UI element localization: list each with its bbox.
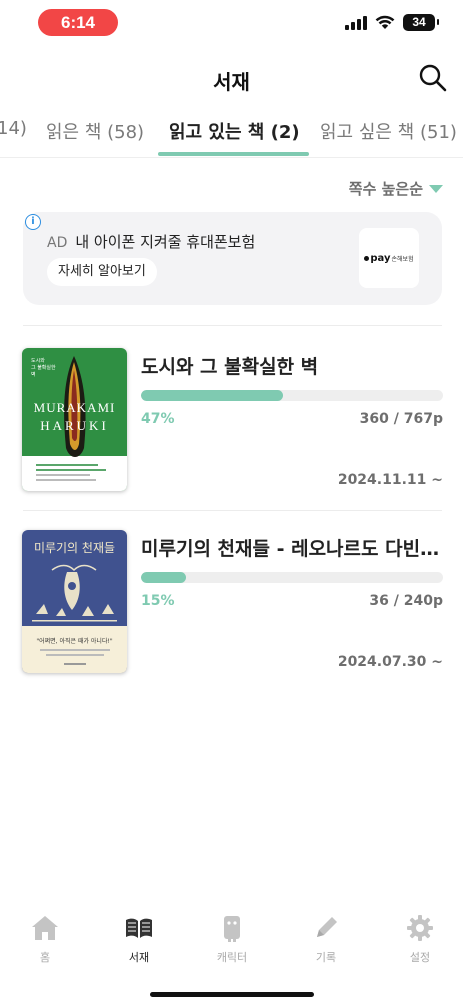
nav-record[interactable]: 기록 [291,913,361,965]
wifi-icon [375,15,395,29]
active-tab-indicator [158,152,309,156]
page-count: 36 / 240p [369,593,443,609]
svg-text:HARUKI: HARUKI [40,418,109,433]
caret-down-icon [429,184,443,193]
book-item[interactable]: MURAKAMI HARUKI 도시와 그 불확실한 벽 도시와 그 불확실한 … [0,348,463,518]
page-count: 360 / 767p [359,411,443,427]
cover-title: 미루기의 천재들 [34,540,115,555]
bookshelf-tabs: 14) 읽은 책 (58) 읽고 있는 책 (2) 읽고 싶은 책 (51) [0,108,463,158]
tab-reading[interactable]: 읽고 있는 책 (2) [169,118,300,144]
progress-percent: 47% [141,411,175,427]
tab-want-to-read[interactable]: 읽고 싶은 책 (51) [320,118,457,144]
reading-progress-fill [141,572,187,583]
book-cover[interactable]: 미루기의 천재들 "어쩌면, 아직은 때가 아니다!" [22,530,127,673]
tab-previous[interactable]: 14) [0,118,27,139]
reading-progress-fill [141,390,283,401]
tab-read[interactable]: 읽은 책 (58) [46,118,144,144]
character-icon [224,916,240,942]
svg-text:벽: 벽 [31,371,36,378]
reading-progress-bar [141,572,443,583]
bottom-navigation: 홈 서재 캐릭터 기록 설정 [0,905,463,975]
info-icon[interactable]: i [25,214,41,230]
ad-logo-brand: 손해보험 [391,255,414,263]
sort-dropdown[interactable]: 쪽수 높은순 [349,178,443,199]
start-date: 2024.11.11 ~ [337,472,443,488]
reading-progress-bar [141,390,443,401]
book-title: 미루기의 천재들 - 레오나르도 다빈치부터 찰스 다윈까지 [141,538,446,560]
home-icon [32,916,58,940]
ad-title: 내 아이폰 지켜줄 휴대폰보험 [75,233,256,251]
nav-home[interactable]: 홈 [10,913,80,965]
ad-learn-more-button[interactable]: 자세히 알아보기 [47,258,157,286]
status-bar: 6:14 34 [0,0,463,50]
open-book-icon [126,918,152,938]
nav-library[interactable]: 서재 [104,913,174,965]
battery-icon: 34 [403,14,439,31]
sort-label: 쪽수 높은순 [348,180,423,198]
ad-tag: AD [47,235,68,251]
svg-text:도시와: 도시와 [31,357,45,364]
cover-quote: "어쩌면, 아직은 때가 아니다!" [36,637,113,645]
nav-library-label: 서재 [128,951,150,964]
nav-settings[interactable]: 설정 [385,913,455,965]
book-title: 도시와 그 불확실한 벽 [141,356,319,378]
status-time[interactable]: 6:14 [38,9,118,36]
progress-percent: 15% [141,593,175,609]
book-cover-art: 미루기의 천재들 "어쩌면, 아직은 때가 아니다!" [22,530,127,673]
nav-settings-label: 설정 [409,951,431,964]
header: 서재 [0,58,463,100]
pencil-icon [317,917,337,937]
nav-character-label: 캐릭터 [216,951,248,964]
book-cover[interactable]: MURAKAMI HARUKI 도시와 그 불확실한 벽 [22,348,127,491]
svg-text:MURAKAMI: MURAKAMI [34,400,116,415]
ad-logo-pay: pay [370,252,391,264]
cellular-signal-icon [345,15,367,30]
ad-logo: pay 손해보험 [359,228,419,288]
book-cover-art: MURAKAMI HARUKI 도시와 그 불확실한 벽 [22,348,127,491]
status-icons: 34 [345,14,439,31]
book-item[interactable]: 미루기의 천재들 "어쩌면, 아직은 때가 아니다!" 미루기의 천재들 - 레… [0,530,463,700]
nav-record-label: 기록 [315,951,337,964]
nav-home-label: 홈 [39,951,51,964]
gear-icon [407,915,433,941]
ad-banner[interactable]: i AD 내 아이폰 지켜줄 휴대폰보험 자세히 알아보기 pay 손해보험 [23,212,442,305]
divider [23,510,442,511]
ad-headline: AD 내 아이폰 지켜줄 휴대폰보험 [47,231,255,252]
search-icon[interactable] [417,62,449,94]
svg-text:그 불확실한: 그 불확실한 [31,364,56,371]
start-date: 2024.07.30 ~ [337,654,443,670]
speech-bubble-icon [364,255,370,261]
page-title: 서재 [213,70,250,94]
nav-character[interactable]: 캐릭터 [197,913,267,965]
divider [23,325,442,326]
home-indicator[interactable] [150,992,314,997]
